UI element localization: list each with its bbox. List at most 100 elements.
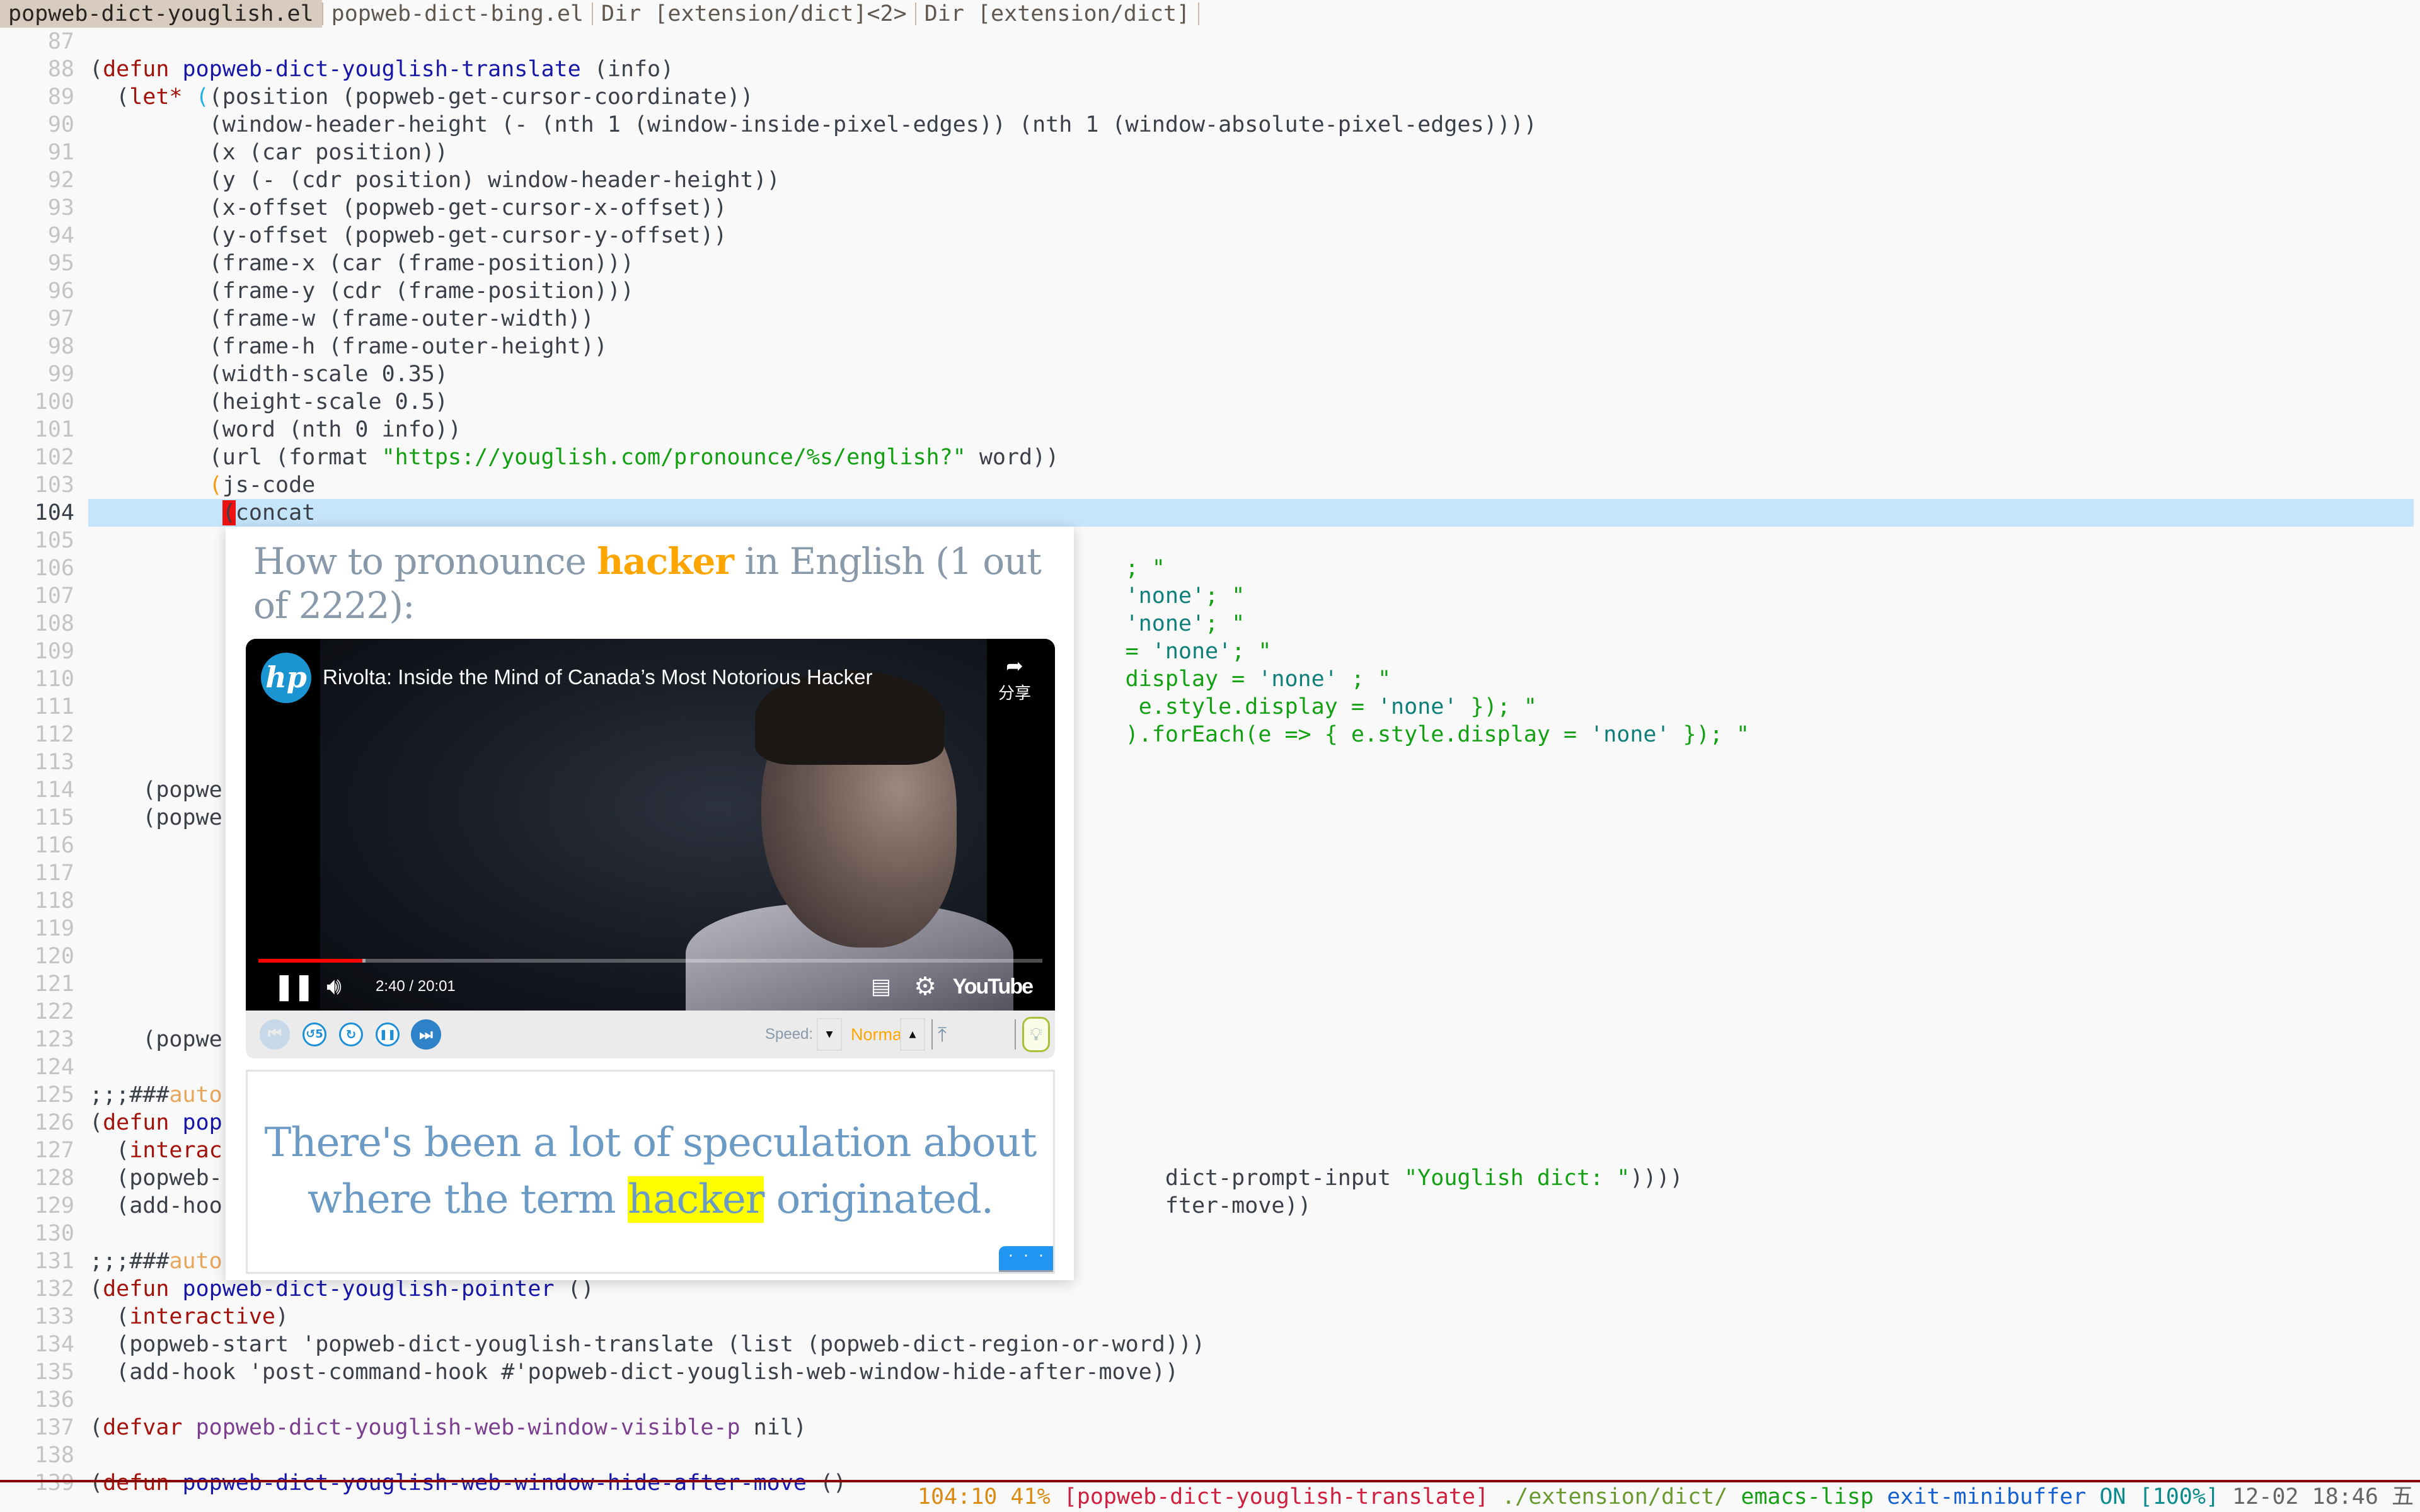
channel-logo[interactable]: hp xyxy=(261,653,311,703)
line-number: 135 xyxy=(34,1360,74,1385)
line-number: 133 xyxy=(34,1304,74,1329)
major-mode: emacs-lisp xyxy=(1741,1484,1874,1509)
code-line[interactable]: 133 (interactive) xyxy=(0,1303,2420,1331)
line-number: 106 xyxy=(34,556,74,581)
code-token: pop xyxy=(182,1110,222,1135)
code-line[interactable]: 94 (y-offset (popweb-get-cursor-y-offset… xyxy=(0,222,2420,249)
code-line[interactable]: 136 xyxy=(0,1386,2420,1414)
replay-icon[interactable]: ↻ xyxy=(339,1022,363,1046)
settings-gear-icon[interactable]: ⚙ xyxy=(914,963,936,1011)
tab-popweb-dict-bing[interactable]: popweb-dict-bing.el xyxy=(323,0,592,28)
text-cursor: ( xyxy=(222,500,236,525)
caption-text: There's been a lot of speculation about … xyxy=(254,1114,1047,1228)
line-number: 117 xyxy=(34,861,74,886)
line-source: ;;;###auto xyxy=(89,1081,222,1109)
tab-dir-extension-dict-2[interactable]: Dir [extension/dict]<2> xyxy=(593,0,915,28)
battery-level: [100%] xyxy=(2139,1484,2220,1509)
code-line[interactable]: 135 (add-hook 'post-command-hook #'popwe… xyxy=(0,1358,2420,1386)
code-line[interactable]: 101 (word (nth 0 info)) xyxy=(0,416,2420,444)
code-line[interactable]: 98 (frame-h (frame-outer-height)) xyxy=(0,333,2420,360)
code-token: (frame-w (frame-outer-width)) xyxy=(89,306,594,331)
code-line[interactable]: 100 (height-scale 0.5) xyxy=(0,388,2420,416)
code-token: auto xyxy=(169,1249,222,1274)
more-button[interactable]: · · · xyxy=(999,1246,1053,1272)
video-player[interactable]: hp Rivolta: Inside the Mind of Canada’s … xyxy=(246,639,1055,1011)
line-number: 88 xyxy=(47,57,74,82)
code-token: (x (car position)) xyxy=(89,140,448,165)
speed-label: Speed: xyxy=(765,1026,814,1043)
pause-icon[interactable]: ❚❚ xyxy=(274,963,314,1011)
code-line[interactable]: 104 (concat xyxy=(0,499,2420,527)
subtitles-icon[interactable]: ▤ xyxy=(871,963,891,1011)
code-line[interactable]: 91 (x (car position)) xyxy=(0,139,2420,166)
line-number: 94 xyxy=(47,223,74,248)
line-number: 130 xyxy=(34,1221,74,1246)
code-token: ( xyxy=(209,472,222,498)
code-token: ( xyxy=(89,1415,103,1440)
code-line[interactable]: 99 (width-scale 0.35) xyxy=(0,360,2420,388)
share-button[interactable]: ➦ 分享 xyxy=(996,653,1034,704)
code-line[interactable]: 95 (frame-x (car (frame-position))) xyxy=(0,249,2420,277)
code-line[interactable]: 87 xyxy=(0,28,2420,55)
line-source: (frame-w (frame-outer-width)) xyxy=(89,305,594,333)
speed-up-button[interactable]: ▲ xyxy=(900,1018,925,1051)
scroll-top-icon[interactable]: ⤒ xyxy=(938,1011,947,1058)
rewind-5s-icon[interactable]: ↺5 xyxy=(302,1022,326,1046)
speed-down-button[interactable]: ▼ xyxy=(817,1018,842,1051)
code-token: 'none' xyxy=(1125,611,1206,636)
code-line[interactable]: 90 (window-header-height (- (nth 1 (wind… xyxy=(0,111,2420,139)
line-number: 87 xyxy=(47,29,74,54)
line-number: 91 xyxy=(47,140,74,165)
cursor-position: 104:10 xyxy=(917,1484,998,1509)
code-line[interactable]: 103 (js-code xyxy=(0,471,2420,499)
code-token: "https://youglish.com/pronounce/%s/engli… xyxy=(381,445,966,470)
code-token: (window-header-height (- (nth 1 (window-… xyxy=(89,112,1537,137)
code-token: 'none' xyxy=(1258,667,1338,692)
caption-highlight-word: hacker xyxy=(627,1176,764,1223)
code-line[interactable]: 97 (frame-w (frame-outer-width)) xyxy=(0,305,2420,333)
code-line[interactable]: 88 (defun popweb-dict-youglish-translate … xyxy=(0,55,2420,83)
line-number: 118 xyxy=(34,888,74,914)
buffer-percent: 41% xyxy=(1010,1484,1051,1509)
code-token: (info) xyxy=(580,57,674,82)
tab-popweb-dict-youglish[interactable]: popweb-dict-youglish.el xyxy=(0,0,322,28)
code-token: word)) xyxy=(965,445,1059,470)
youglish-popup: How to pronounce hacker in English (1 ou… xyxy=(226,527,1074,1280)
code-token: ( xyxy=(89,1276,103,1302)
code-token: ( xyxy=(89,1138,130,1163)
code-token: (frame-y (cdr (frame-position))) xyxy=(89,278,634,304)
code-line[interactable]: 96 (frame-y (cdr (frame-position))) xyxy=(0,277,2420,305)
youtube-logo[interactable]: YouTube xyxy=(953,963,1034,1011)
code-line[interactable]: 137 (defvar popweb-dict-youglish-web-wind… xyxy=(0,1414,2420,1441)
code-token: ( xyxy=(89,1470,103,1496)
line-number: 104 xyxy=(34,500,74,525)
code-line[interactable]: 134 (popweb-start 'popweb-dict-youglish-… xyxy=(0,1331,2420,1358)
code-token: ( xyxy=(89,1110,103,1135)
line-source: (word (nth 0 info)) xyxy=(89,416,461,444)
code-line[interactable]: 102 (url (format "https://youglish.com/p… xyxy=(0,444,2420,471)
code-line[interactable]: 89 (let* ((position (popweb-get-cursor-c… xyxy=(0,83,2420,111)
code-line[interactable]: 92 (y (- (cdr position) window-header-he… xyxy=(0,166,2420,194)
video-title[interactable]: Rivolta: Inside the Mind of Canada’s Mos… xyxy=(323,662,872,693)
code-token: ( xyxy=(89,57,103,82)
code-token: (popwe xyxy=(89,805,222,830)
line-number: 139 xyxy=(34,1470,74,1496)
code-line[interactable]: 138 xyxy=(0,1441,2420,1469)
tab-dir-extension-dict[interactable]: Dir [extension/dict] xyxy=(916,0,1198,28)
code-token: popweb-dict-youglish-web-window-visible-… xyxy=(195,1415,740,1440)
line-number: 96 xyxy=(47,278,74,304)
line-source: (add-hook 'post-command-hook #'popweb-di… xyxy=(89,1358,1178,1386)
line-number: 111 xyxy=(34,694,74,719)
next-icon[interactable]: ⏭ xyxy=(411,1019,441,1050)
previous-icon[interactable]: ⏮ xyxy=(260,1019,290,1050)
line-source: (width-scale 0.35) xyxy=(89,360,448,388)
code-token: (frame-x (car (frame-position))) xyxy=(89,251,634,276)
lightbulb-icon[interactable]: 💡︎ xyxy=(1022,1017,1050,1052)
code-token: (popwe xyxy=(89,777,222,803)
code-line[interactable]: 93 (x-offset (popweb-get-cursor-x-offset… xyxy=(0,194,2420,222)
pause-circle-icon[interactable]: ❚❚ xyxy=(376,1022,400,1046)
volume-icon[interactable]: 🔊︎ xyxy=(326,963,342,1011)
line-number: 114 xyxy=(34,777,74,803)
